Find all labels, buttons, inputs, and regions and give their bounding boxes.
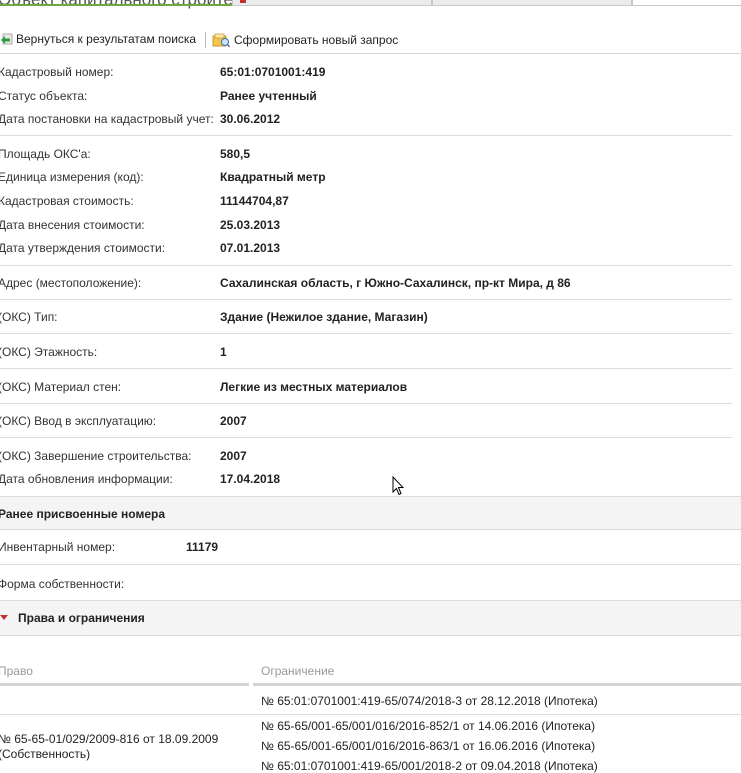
field-label: Единица измерения (код): bbox=[0, 170, 144, 184]
field-value: Легкие из местных материалов bbox=[220, 380, 408, 394]
table-row-divider bbox=[0, 714, 741, 715]
previous-numbers-header: Ранее присвоенные номера bbox=[0, 496, 741, 530]
tab-2[interactable] bbox=[432, 0, 632, 6]
divider bbox=[0, 135, 732, 136]
field-label: (ОКС) Ввод в эксплуатацию: bbox=[0, 414, 157, 428]
column-header-restriction: Ограничение bbox=[261, 664, 335, 678]
divider bbox=[0, 368, 732, 369]
field-value: Здание (Нежилое здание, Магазин) bbox=[220, 310, 428, 324]
field-value: Сахалинская область, г Южно-Сахалинск, п… bbox=[220, 276, 571, 290]
field-value: 65:01:0701001:419 bbox=[220, 65, 326, 79]
field-value: 1 bbox=[220, 345, 227, 359]
restriction-entry: № 65-65/001-65/001/016/2016-852/1 от 14.… bbox=[261, 719, 596, 733]
new-query-button[interactable]: Сформировать новый запрос bbox=[212, 32, 398, 48]
back-to-results-label: Вернуться к результатам поиска bbox=[16, 32, 197, 46]
field-label: Инвентарный номер: bbox=[0, 540, 116, 554]
rights-section-toggle[interactable]: Права и ограничения bbox=[0, 600, 741, 636]
column-header-underline bbox=[253, 683, 741, 686]
mouse-cursor-icon bbox=[392, 476, 404, 496]
section-title: Ранее присвоенные номера bbox=[0, 507, 166, 521]
divider bbox=[0, 437, 732, 438]
field-value: 11179 bbox=[186, 540, 219, 554]
field-label: Статус объекта: bbox=[0, 89, 88, 103]
field-value: 11144704,87 bbox=[220, 194, 289, 208]
new-query-label: Сформировать новый запрос bbox=[234, 33, 399, 47]
field-label: Дата постановки на кадастровый учет: bbox=[0, 112, 214, 126]
section-title: Права и ограничения bbox=[18, 611, 145, 625]
field-value: 30.06.2012 bbox=[220, 112, 281, 126]
field-value: Ранее учтенный bbox=[220, 89, 317, 103]
right-type: (Собственность) bbox=[0, 747, 91, 761]
back-to-results-button[interactable]: Вернуться к результатам поиска bbox=[0, 32, 196, 46]
tab-3[interactable] bbox=[632, 0, 741, 6]
field-label: Форма собственности: bbox=[0, 577, 125, 591]
field-value: 17.04.2018 bbox=[220, 472, 281, 486]
new-query-icon bbox=[212, 32, 230, 48]
restriction-entry: № 65:01:0701001:419-65/074/2018-3 от 28.… bbox=[261, 694, 598, 708]
field-value: 25.03.2013 bbox=[220, 218, 281, 232]
field-label: Кадастровая стоимость: bbox=[0, 194, 134, 208]
divider bbox=[0, 403, 732, 404]
field-label: Дата внесения стоимости: bbox=[0, 218, 145, 232]
restriction-entry: № 65:01:0701001:419-65/001/2018-2 от 09.… bbox=[261, 759, 598, 773]
field-value: 2007 bbox=[220, 449, 247, 463]
divider bbox=[0, 333, 732, 334]
toolbar: Вернуться к результатам поиска Сформиров… bbox=[0, 28, 741, 54]
tab-status-marker bbox=[240, 0, 246, 3]
arrow-back-icon bbox=[0, 32, 14, 46]
field-value: 580,5 bbox=[220, 147, 251, 161]
column-header-right: Право bbox=[0, 664, 33, 678]
field-value: 07.01.2013 bbox=[220, 241, 281, 255]
field-label: (ОКС) Материал стен: bbox=[0, 380, 122, 394]
active-tab-indicator bbox=[0, 4, 232, 6]
toolbar-divider bbox=[205, 32, 206, 48]
triangle-down-icon bbox=[0, 615, 8, 621]
field-value: 2007 bbox=[220, 414, 247, 428]
field-value: Квадратный метр bbox=[220, 170, 326, 184]
right-entry: № 65-65-01/029/2009-816 от 18.09.2009 bbox=[0, 732, 219, 746]
field-label: (ОКС) Завершение строительства: bbox=[0, 449, 192, 463]
field-label: Адрес (местоположение): bbox=[0, 276, 142, 290]
field-label: Дата обновления информации: bbox=[0, 472, 173, 486]
restriction-entry: № 65-65/001-65/001/016/2016-863/1 от 16.… bbox=[261, 739, 596, 753]
column-header-underline bbox=[0, 683, 249, 686]
field-label: Площадь ОКС'а: bbox=[0, 147, 91, 161]
field-label: (ОКС) Этажность: bbox=[0, 345, 98, 359]
divider bbox=[0, 299, 732, 300]
field-label: Кадастровый номер: bbox=[0, 65, 114, 79]
field-label: (ОКС) Тип: bbox=[0, 310, 58, 324]
tab-1[interactable] bbox=[232, 0, 432, 6]
divider bbox=[0, 265, 732, 266]
field-label: Дата утверждения стоимости: bbox=[0, 241, 166, 255]
divider bbox=[0, 564, 741, 565]
